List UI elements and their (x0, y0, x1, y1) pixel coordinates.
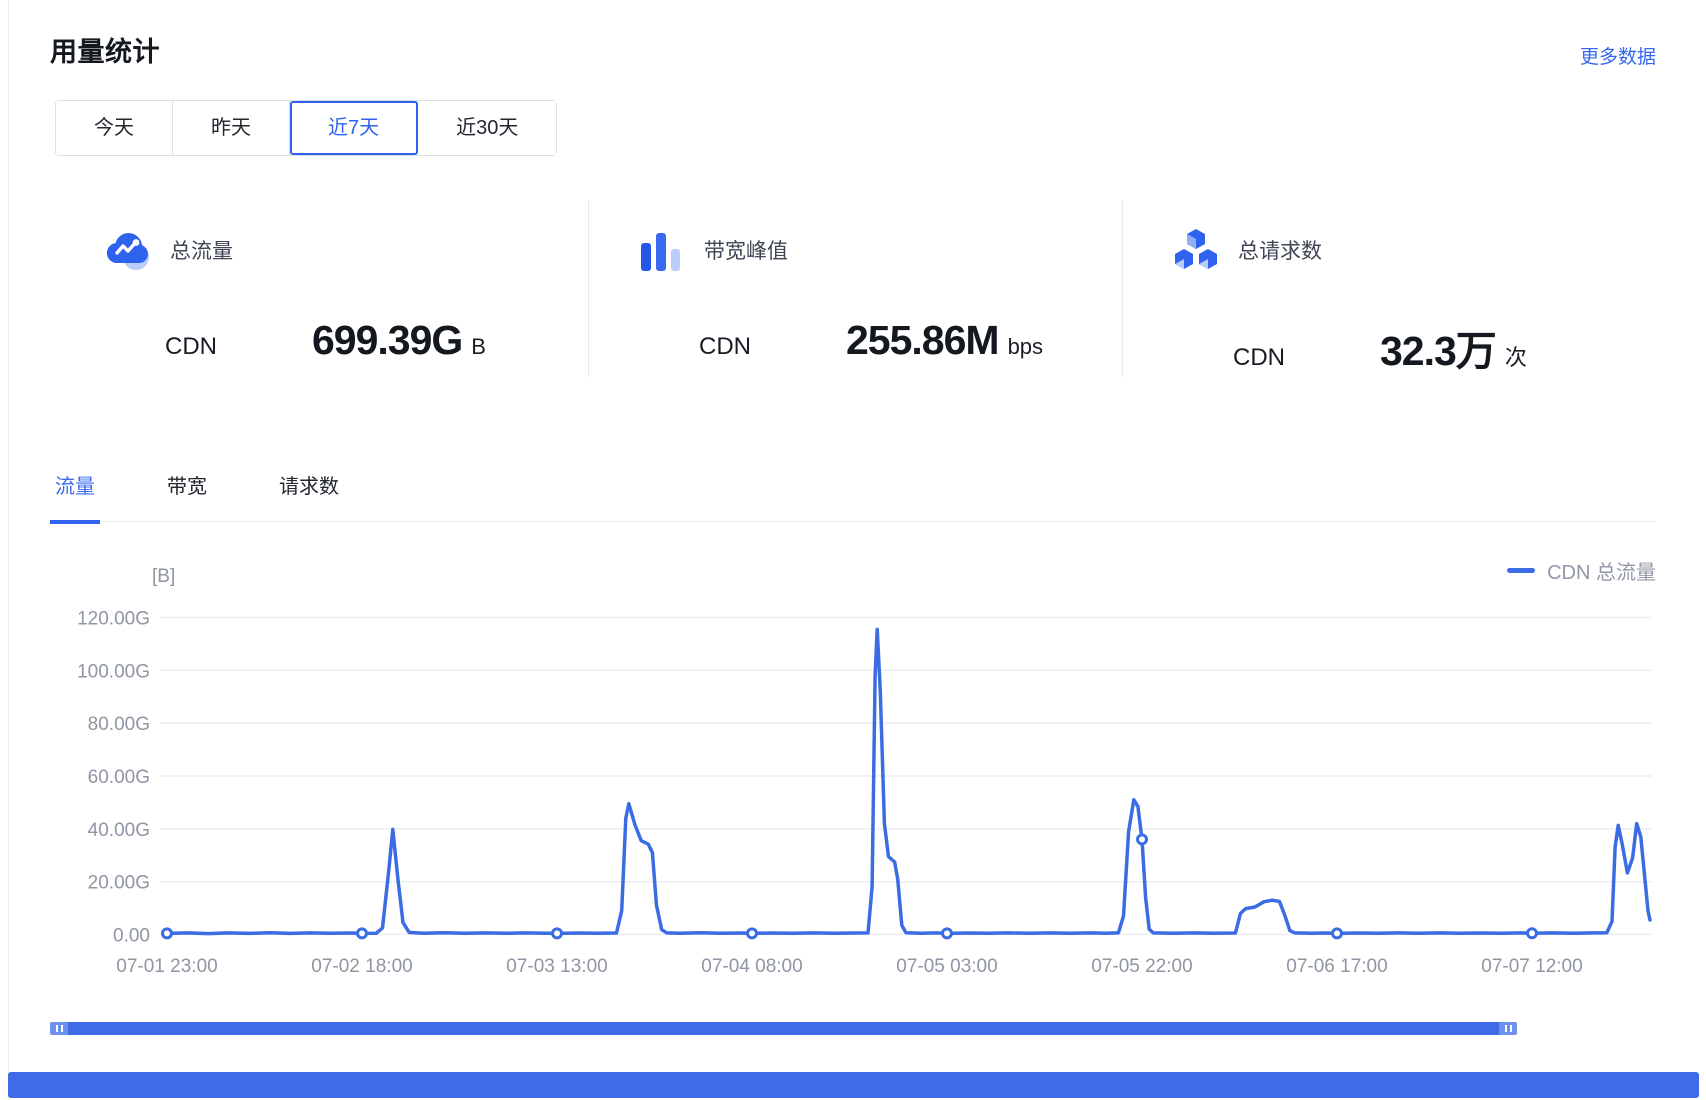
cdn-usage-panel: 用量统计 更多数据 今天 昨天 近7天 近30天 总流量 CD (0, 0, 1706, 1100)
legend-item-cdn-total-traffic[interactable]: CDN 总流量 (1507, 556, 1656, 585)
stat-label: 带宽峰值 (704, 235, 788, 265)
tab-requests[interactable]: 请求数 (274, 470, 344, 499)
svg-text:07-05 22:00: 07-05 22:00 (1091, 956, 1192, 977)
svg-text:100.00G: 100.00G (77, 661, 150, 682)
legend-label: CDN 总流量 (1547, 556, 1656, 585)
tab-traffic[interactable]: 流量 (50, 470, 100, 499)
datazoom-right-handle[interactable] (1499, 1022, 1517, 1035)
y-axis-labels: 120.00G 100.00G 80.00G 60.00G 40.00G 20.00G 0.… (77, 609, 150, 947)
svg-text:60.00G: 60.00G (88, 767, 150, 788)
svg-text:07-06 17:00: 07-06 17:00 (1286, 956, 1387, 977)
requests-cubes-icon (1171, 225, 1221, 275)
header: 用量统计 更多数据 (50, 30, 1656, 69)
stat-value: 32.3万 (1380, 317, 1496, 377)
range-tab-today[interactable]: 今天 (56, 101, 173, 155)
stat-label: 总请求数 (1238, 235, 1322, 265)
tab-bandwidth[interactable]: 带宽 (162, 470, 212, 499)
chart-head: [B] CDN 总流量 (50, 552, 1656, 588)
svg-text:40.00G: 40.00G (88, 820, 150, 841)
stat-prefix: CDN (165, 333, 217, 361)
range-tab-yesterday[interactable]: 昨天 (173, 101, 290, 155)
datazoom-left-handle[interactable] (50, 1022, 68, 1035)
data-point-markers (163, 835, 1537, 938)
svg-text:07-07 12:00: 07-07 12:00 (1481, 956, 1582, 977)
y-axis-unit-label: [B] (152, 566, 175, 588)
stat-value: 699.39G (312, 317, 462, 364)
traffic-line-chart[interactable]: 120.00G 100.00G 80.00G 60.00G 40.00G 20.00G 0.… (50, 542, 1660, 992)
datazoom-selected-range[interactable] (66, 1022, 1501, 1035)
stat-card-total-requests: 总请求数 CDN 32.3万 次 (1122, 200, 1656, 377)
bandwidth-bars-icon (637, 225, 687, 275)
svg-text:07-02 18:00: 07-02 18:00 (311, 956, 412, 977)
page-title: 用量统计 (50, 30, 160, 69)
stat-label: 总流量 (170, 235, 233, 265)
stat-prefix: CDN (699, 333, 751, 361)
traffic-cloud-icon (103, 225, 153, 275)
svg-text:20.00G: 20.00G (88, 873, 150, 894)
svg-text:07-03 13:00: 07-03 13:00 (506, 956, 607, 977)
x-axis-labels: 07-01 23:00 07-02 18:00 07-03 13:00 07-04 0… (116, 956, 1582, 977)
stat-value: 255.86M (846, 317, 999, 364)
svg-text:07-04 08:00: 07-04 08:00 (701, 956, 802, 977)
stat-unit: bps (1008, 334, 1043, 360)
stat-cards: 总流量 CDN 699.39G B 带宽峰值 CDN (50, 200, 1656, 377)
stat-card-peak-bandwidth: 带宽峰值 CDN 255.86M bps (588, 200, 1122, 377)
stat-unit: B (471, 334, 486, 360)
traffic-line-series (167, 629, 1650, 933)
more-data-link[interactable]: 更多数据 (1580, 42, 1656, 69)
date-range-tabs: 今天 昨天 近7天 近30天 (55, 100, 557, 156)
metric-tabs: 流量 带宽 请求数 (50, 470, 1656, 522)
bottom-bar[interactable] (8, 1072, 1699, 1098)
svg-text:07-01 23:00: 07-01 23:00 (116, 956, 217, 977)
datazoom-slider[interactable] (50, 1022, 1517, 1035)
y-gridlines (160, 618, 1652, 935)
stat-card-total-traffic: 总流量 CDN 699.39G B (50, 200, 588, 377)
svg-text:120.00G: 120.00G (77, 609, 150, 630)
svg-text:80.00G: 80.00G (88, 714, 150, 735)
range-tab-last7days[interactable]: 近7天 (290, 101, 418, 155)
panel-left-edge (8, 0, 9, 1100)
svg-text:07-05 03:00: 07-05 03:00 (896, 956, 997, 977)
range-tab-last30days[interactable]: 近30天 (418, 101, 556, 155)
stat-unit: 次 (1505, 340, 1527, 372)
stat-prefix: CDN (1233, 344, 1285, 372)
svg-text:0.00: 0.00 (113, 925, 150, 946)
legend-line-swatch (1507, 568, 1535, 573)
